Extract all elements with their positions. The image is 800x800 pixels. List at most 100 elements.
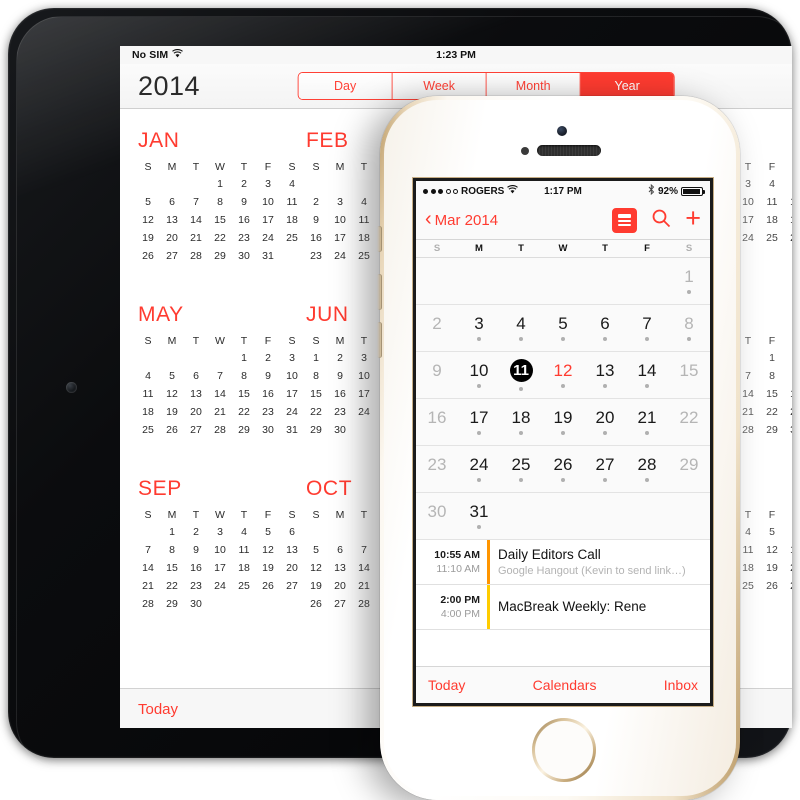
mini-day[interactable]: 5 bbox=[762, 524, 782, 541]
mini-day[interactable]: 10 bbox=[330, 212, 350, 229]
mini-day[interactable]: 17 bbox=[210, 560, 230, 577]
mini-day[interactable]: 30 bbox=[258, 422, 278, 439]
iphone-day-cell[interactable]: 20 bbox=[584, 399, 626, 445]
mini-day[interactable]: 19 bbox=[138, 230, 158, 247]
mini-day[interactable]: 17 bbox=[354, 386, 374, 403]
iphone-day-cell[interactable]: 27 bbox=[584, 446, 626, 492]
mini-day[interactable]: 17 bbox=[258, 212, 278, 229]
mini-day[interactable]: 10 bbox=[738, 194, 758, 211]
iphone-day-cell[interactable]: 4 bbox=[500, 305, 542, 351]
iphone-home-button[interactable] bbox=[532, 718, 596, 782]
mini-month-sep[interactable]: SEP S M T W T F S 1 2 3 4 5 6 7 8 9 10 11 12 13 14 15 16 17 18 19 2… bbox=[120, 471, 298, 645]
mini-day[interactable]: 15 bbox=[762, 386, 782, 403]
mini-day[interactable]: 13 bbox=[786, 542, 792, 559]
mini-day[interactable]: 14 bbox=[138, 560, 158, 577]
iphone-day-cell[interactable]: 31 bbox=[458, 493, 500, 539]
mini-day[interactable]: 22 bbox=[762, 404, 782, 421]
mini-month-may[interactable]: MAY S M T W T F S 1 2 3 4 5 6 7 8 9 10 11 12 13 14 15 16 17 18 19 2… bbox=[120, 297, 298, 471]
mini-day[interactable]: 20 bbox=[330, 578, 350, 595]
mini-day[interactable]: 9 bbox=[306, 212, 326, 229]
iphone-mute-switch[interactable] bbox=[377, 226, 382, 252]
iphone-day-cell[interactable]: 16 bbox=[416, 399, 458, 445]
mini-day[interactable]: 16 bbox=[234, 212, 254, 229]
mini-day[interactable]: 1 bbox=[162, 524, 182, 541]
mini-day[interactable]: 19 bbox=[762, 560, 782, 577]
mini-day[interactable]: 11 bbox=[738, 542, 758, 559]
mini-day[interactable]: 21 bbox=[210, 404, 230, 421]
iphone-day-cell[interactable]: 5 bbox=[542, 305, 584, 351]
iphone-day-cell[interactable]: 10 bbox=[458, 352, 500, 398]
mini-day[interactable]: 28 bbox=[738, 422, 758, 439]
mini-day[interactable]: 28 bbox=[354, 596, 374, 613]
mini-day[interactable]: 11 bbox=[138, 386, 158, 403]
mini-day[interactable]: 30 bbox=[330, 422, 350, 439]
mini-day[interactable]: 31 bbox=[258, 248, 278, 265]
mini-day[interactable]: 9 bbox=[330, 368, 350, 385]
iphone-day-cell[interactable]: 25 bbox=[500, 446, 542, 492]
mini-day[interactable]: 2 bbox=[186, 524, 206, 541]
mini-day[interactable]: 29 bbox=[234, 422, 254, 439]
mini-day[interactable]: 27 bbox=[786, 578, 792, 595]
iphone-day-cell[interactable]: 14 bbox=[626, 352, 668, 398]
event-row[interactable]: 10:55 AM 11:10 AM Daily Editors Call Google… bbox=[416, 540, 710, 585]
iphone-day-cell[interactable]: 18 bbox=[500, 399, 542, 445]
mini-day[interactable]: 17 bbox=[738, 212, 758, 229]
mini-day[interactable]: 1 bbox=[210, 176, 230, 193]
mini-day[interactable]: 24 bbox=[330, 248, 350, 265]
mini-day[interactable]: 9 bbox=[234, 194, 254, 211]
mini-day[interactable]: 30 bbox=[786, 422, 792, 439]
mini-day[interactable]: 10 bbox=[354, 368, 374, 385]
mini-day[interactable]: 7 bbox=[738, 368, 758, 385]
iphone-today-button[interactable]: Today bbox=[428, 677, 465, 693]
mini-day[interactable]: 27 bbox=[330, 596, 350, 613]
mini-day[interactable]: 13 bbox=[162, 212, 182, 229]
search-icon[interactable] bbox=[651, 208, 671, 233]
iphone-inbox-button[interactable]: Inbox bbox=[664, 677, 698, 693]
mini-day[interactable]: 16 bbox=[186, 560, 206, 577]
mini-day[interactable]: 5 bbox=[786, 176, 792, 193]
mini-day[interactable]: 21 bbox=[354, 578, 374, 595]
mini-day[interactable]: 16 bbox=[306, 230, 326, 247]
mini-day[interactable]: 22 bbox=[162, 578, 182, 595]
mini-day[interactable]: 29 bbox=[306, 422, 326, 439]
mini-day[interactable]: 2 bbox=[234, 176, 254, 193]
mini-day[interactable]: 3 bbox=[330, 194, 350, 211]
iphone-day-cell[interactable]: 23 bbox=[416, 446, 458, 492]
iphone-day-cell[interactable]: 1 bbox=[668, 258, 710, 304]
mini-day[interactable]: 22 bbox=[210, 230, 230, 247]
mini-day[interactable]: 10 bbox=[258, 194, 278, 211]
mini-day[interactable]: 20 bbox=[162, 230, 182, 247]
mini-day[interactable]: 19 bbox=[162, 404, 182, 421]
mini-day[interactable]: 8 bbox=[162, 542, 182, 559]
mini-day[interactable]: 21 bbox=[138, 578, 158, 595]
mini-day[interactable]: 3 bbox=[738, 176, 758, 193]
mini-day[interactable]: 23 bbox=[234, 230, 254, 247]
mini-day[interactable]: 12 bbox=[306, 560, 326, 577]
mini-day[interactable]: 28 bbox=[210, 422, 230, 439]
iphone-day-cell[interactable]: 8 bbox=[668, 305, 710, 351]
mini-day[interactable]: 5 bbox=[162, 368, 182, 385]
mini-day[interactable]: 30 bbox=[234, 248, 254, 265]
mini-day[interactable]: 8 bbox=[306, 368, 326, 385]
iphone-day-cell[interactable]: 24 bbox=[458, 446, 500, 492]
mini-day[interactable]: 5 bbox=[138, 194, 158, 211]
mini-day[interactable]: 21 bbox=[738, 404, 758, 421]
mini-day[interactable]: 15 bbox=[210, 212, 230, 229]
mini-day[interactable]: 8 bbox=[234, 368, 254, 385]
mini-day[interactable]: 1 bbox=[234, 350, 254, 367]
mini-day[interactable]: 26 bbox=[162, 422, 182, 439]
mini-day[interactable]: 20 bbox=[786, 560, 792, 577]
mini-day[interactable]: 7 bbox=[186, 194, 206, 211]
mini-day[interactable]: 26 bbox=[258, 578, 278, 595]
mini-day[interactable]: 16 bbox=[258, 386, 278, 403]
iphone-day-cell[interactable]: 26 bbox=[542, 446, 584, 492]
iphone-day-cell[interactable]: 6 bbox=[584, 305, 626, 351]
iphone-day-cell[interactable]: 3 bbox=[458, 305, 500, 351]
mini-day[interactable]: 18 bbox=[138, 404, 158, 421]
mini-day[interactable]: 13 bbox=[186, 386, 206, 403]
plus-icon[interactable]: + bbox=[685, 205, 701, 232]
mini-day[interactable]: 27 bbox=[186, 422, 206, 439]
iphone-volume-up-button[interactable] bbox=[377, 274, 382, 310]
mini-day[interactable]: 11 bbox=[354, 212, 374, 229]
mini-day[interactable]: 19 bbox=[258, 560, 278, 577]
